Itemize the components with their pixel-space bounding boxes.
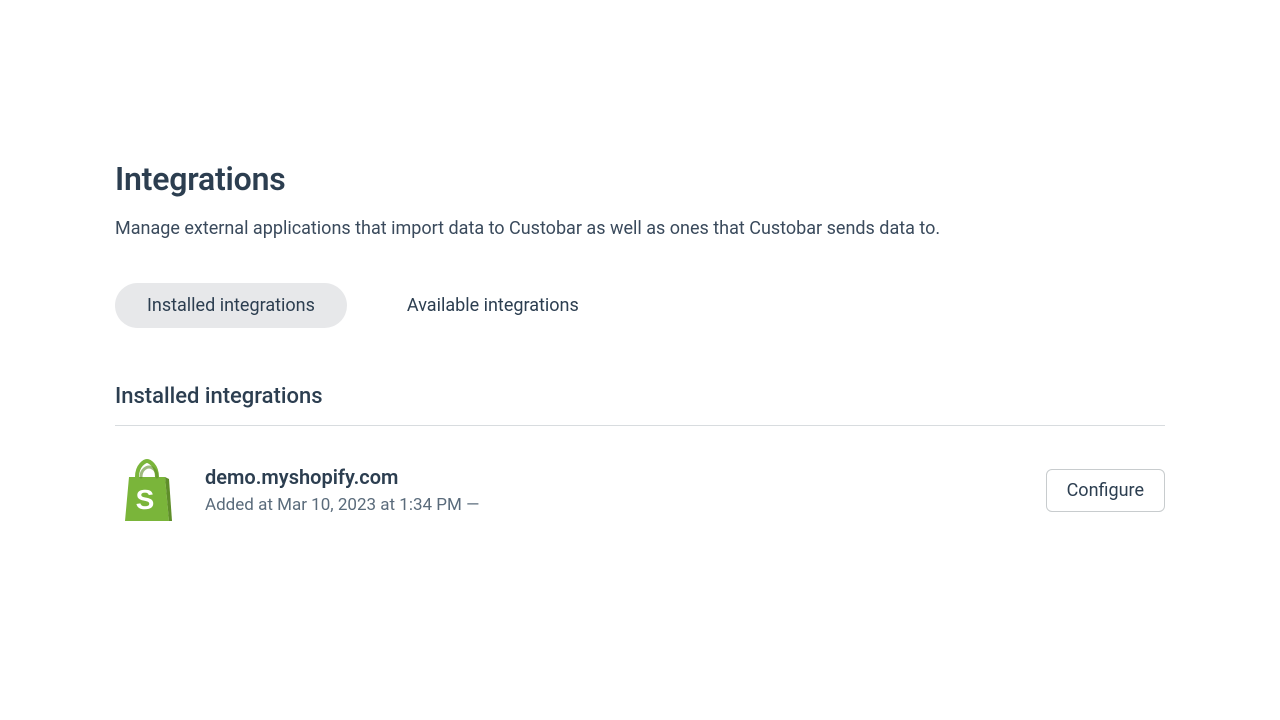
tab-installed-integrations[interactable]: Installed integrations [115,283,347,328]
configure-button[interactable]: Configure [1046,469,1165,512]
tab-available-integrations[interactable]: Available integrations [375,283,611,328]
page-subtitle: Manage external applications that import… [115,216,1165,241]
divider [115,425,1165,426]
integration-info: demo.myshopify.com Added at Mar 10, 2023… [205,465,1020,515]
integration-meta: Added at Mar 10, 2023 at 1:34 PM — [205,495,1020,515]
tabs: Installed integrations Available integra… [115,283,1165,328]
integration-name: demo.myshopify.com [205,465,1020,489]
svg-text:S: S [136,484,155,515]
page-title: Integrations [115,160,1165,198]
section-title-installed: Installed integrations [115,384,1165,409]
shopify-icon: S [115,454,179,526]
integration-row: S demo.myshopify.com Added at Mar 10, 20… [115,450,1165,530]
